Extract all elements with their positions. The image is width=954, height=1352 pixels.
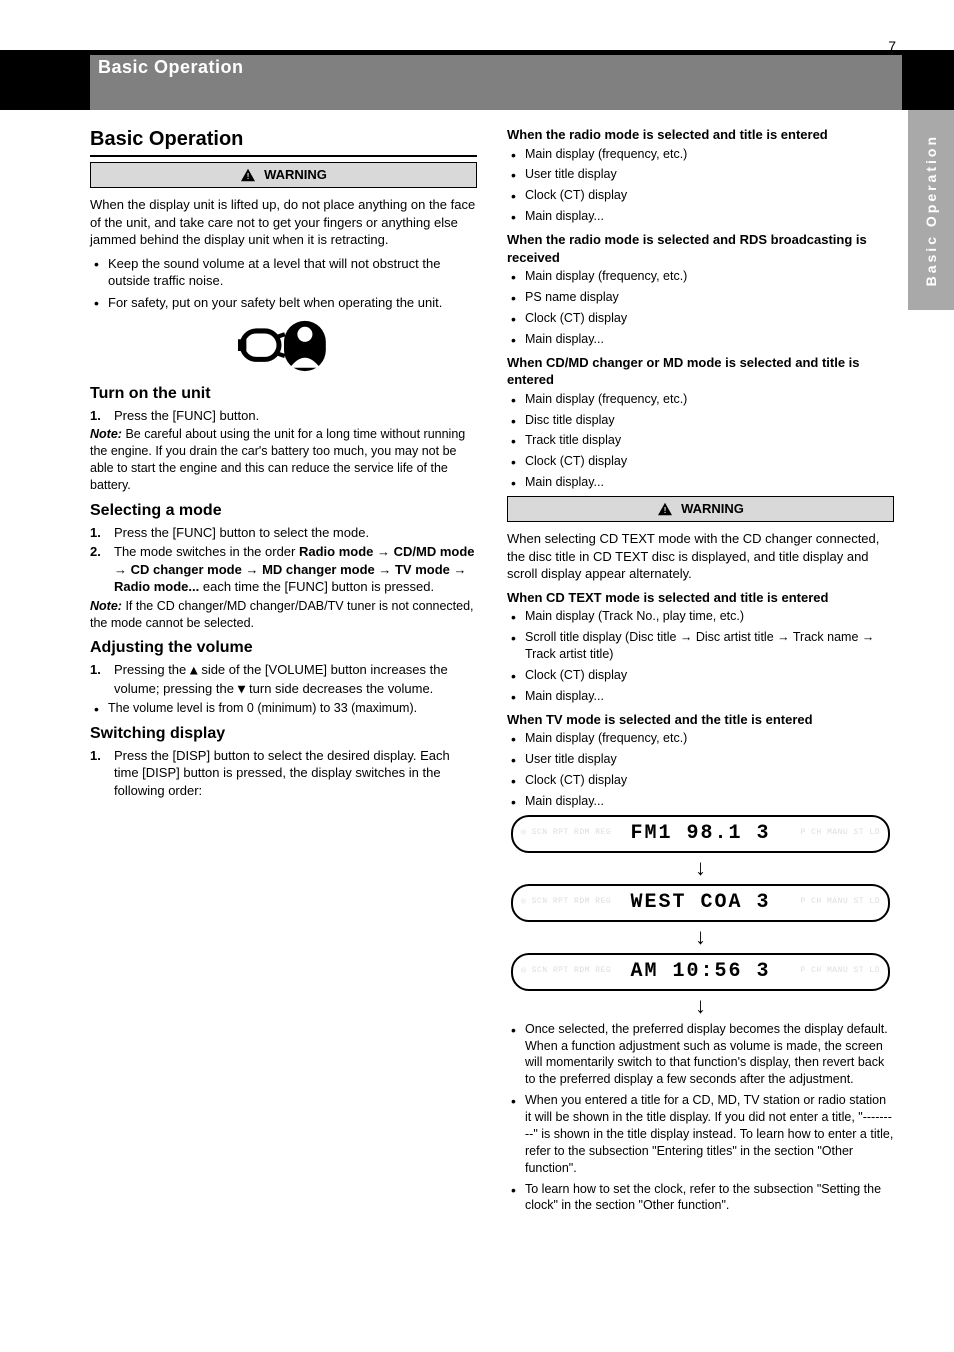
- list-item: Main display...: [507, 793, 894, 810]
- subheading-select-mode: Selecting a mode: [90, 500, 477, 522]
- mini-heading-radio: When the radio mode is selected and titl…: [507, 126, 894, 144]
- warning-bullet-1: Keep the sound volume at a level that wi…: [90, 255, 477, 290]
- step-number: 2.: [90, 543, 108, 596]
- list-item: User title display: [507, 166, 894, 183]
- subheading-turn-on: Turn on the unit: [90, 383, 477, 405]
- note: Note: Be careful about using the unit fo…: [90, 426, 477, 494]
- step-text: Pressing the ▲ side of the [VOLUME] butt…: [114, 661, 477, 698]
- warning-label: WARNING: [681, 500, 744, 518]
- warning-triangle-icon: !: [240, 168, 256, 182]
- note-text: Be careful about using the unit for a lo…: [90, 427, 465, 492]
- warning-box: ! WARNING: [507, 496, 894, 522]
- seatbelt-icon: [90, 315, 477, 377]
- warning-label: WARNING: [264, 166, 327, 184]
- note: Note: If the CD changer/MD changer/DAB/T…: [90, 598, 477, 632]
- mini-heading-tv: When TV mode is selected and the title i…: [507, 711, 894, 729]
- step-text: Press the [FUNC] button to select the mo…: [114, 524, 369, 542]
- warning-box: ! WARNING: [90, 162, 477, 188]
- list-item: Track title display: [507, 432, 894, 449]
- list-item: Clock (CT) display: [507, 310, 894, 327]
- list-item: Disc title display: [507, 412, 894, 429]
- lcd-text: FM1 98.1 3: [523, 820, 878, 847]
- list-item: Main display (frequency, etc.): [507, 391, 894, 408]
- svg-text:!: !: [247, 171, 250, 181]
- list-item: Main display...: [507, 331, 894, 348]
- note-text: If the CD changer/MD changer/DAB/TV tune…: [90, 599, 474, 630]
- mini-heading-rds: When the radio mode is selected and RDS …: [507, 231, 894, 266]
- footnote-bullet-2: When you entered a title for a CD, MD, T…: [507, 1092, 894, 1176]
- list-item: Main display (frequency, etc.): [507, 730, 894, 747]
- page-number: 7: [888, 37, 896, 56]
- arrow-down-icon: ↓: [507, 857, 894, 879]
- subheading-volume: Adjusting the volume: [90, 637, 477, 659]
- note-label: Note:: [90, 427, 122, 441]
- step-text: Press the [FUNC] button.: [114, 407, 259, 425]
- footnote-bullet-3: To learn how to set the clock, refer to …: [507, 1181, 894, 1215]
- side-tab: Basic Operation: [908, 50, 954, 310]
- list-item: User title display: [507, 751, 894, 768]
- step-number: 1.: [90, 407, 108, 425]
- step-number: 1.: [90, 661, 108, 698]
- footnote-bullet-1: Once selected, the preferred display bec…: [507, 1021, 894, 1089]
- section-heading: Basic Operation: [90, 120, 477, 157]
- mini-heading-cdtext: When CD TEXT mode is selected and title …: [507, 589, 894, 607]
- warning-text: When selecting CD TEXT mode with the CD …: [507, 530, 894, 583]
- step-text: Press the [DISP] button to select the de…: [114, 747, 477, 800]
- warning-triangle-icon: !: [657, 502, 673, 516]
- side-tab-label: Basic Operation: [922, 134, 941, 286]
- mini-heading-cdmd: When CD/MD changer or MD mode is selecte…: [507, 354, 894, 389]
- lcd-text: WEST COA 3: [523, 889, 878, 916]
- subheading-switch-display: Switching display: [90, 723, 477, 745]
- lcd-text: AM 10:56 3: [523, 958, 878, 985]
- page-title: Basic Operation: [98, 55, 244, 79]
- list-item: Main display...: [507, 688, 894, 705]
- list-item: Main display (frequency, etc.): [507, 146, 894, 163]
- step-number: 1.: [90, 524, 108, 542]
- list-item: Scroll title display (Disc title → Disc …: [507, 629, 894, 663]
- list-item: Clock (CT) display: [507, 667, 894, 684]
- warning-text-1: When the display unit is lifted up, do n…: [90, 196, 477, 249]
- list-item: Clock (CT) display: [507, 772, 894, 789]
- list-item: Main display...: [507, 208, 894, 225]
- note-label: Note:: [90, 599, 122, 613]
- lcd-display-2: ◎ SCN RPT RDM REGP CH MANU ST LD WEST CO…: [511, 884, 890, 922]
- step-number: 1.: [90, 747, 108, 800]
- lcd-display-3: ◎ SCN RPT RDM REGP CH MANU ST LD AM 10:5…: [511, 953, 890, 991]
- list-item: Main display...: [507, 474, 894, 491]
- list-item: Main display (frequency, etc.): [507, 268, 894, 285]
- arrow-down-icon: ↓: [507, 926, 894, 948]
- warning-bullet-2: For safety, put on your safety belt when…: [90, 294, 477, 312]
- list-item: Clock (CT) display: [507, 453, 894, 470]
- list-item: Main display (Track No., play time, etc.…: [507, 608, 894, 625]
- lcd-display-1: ◎ SCN RPT RDM REGP CH MANU ST LD FM1 98.…: [511, 815, 890, 853]
- list-item: Clock (CT) display: [507, 187, 894, 204]
- step-text: The mode switches in the order Radio mod…: [114, 543, 477, 596]
- list-item: PS name display: [507, 289, 894, 306]
- volume-range-bullet: The volume level is from 0 (minimum) to …: [90, 700, 477, 717]
- arrow-down-icon: ↓: [507, 995, 894, 1017]
- svg-text:!: !: [664, 505, 667, 515]
